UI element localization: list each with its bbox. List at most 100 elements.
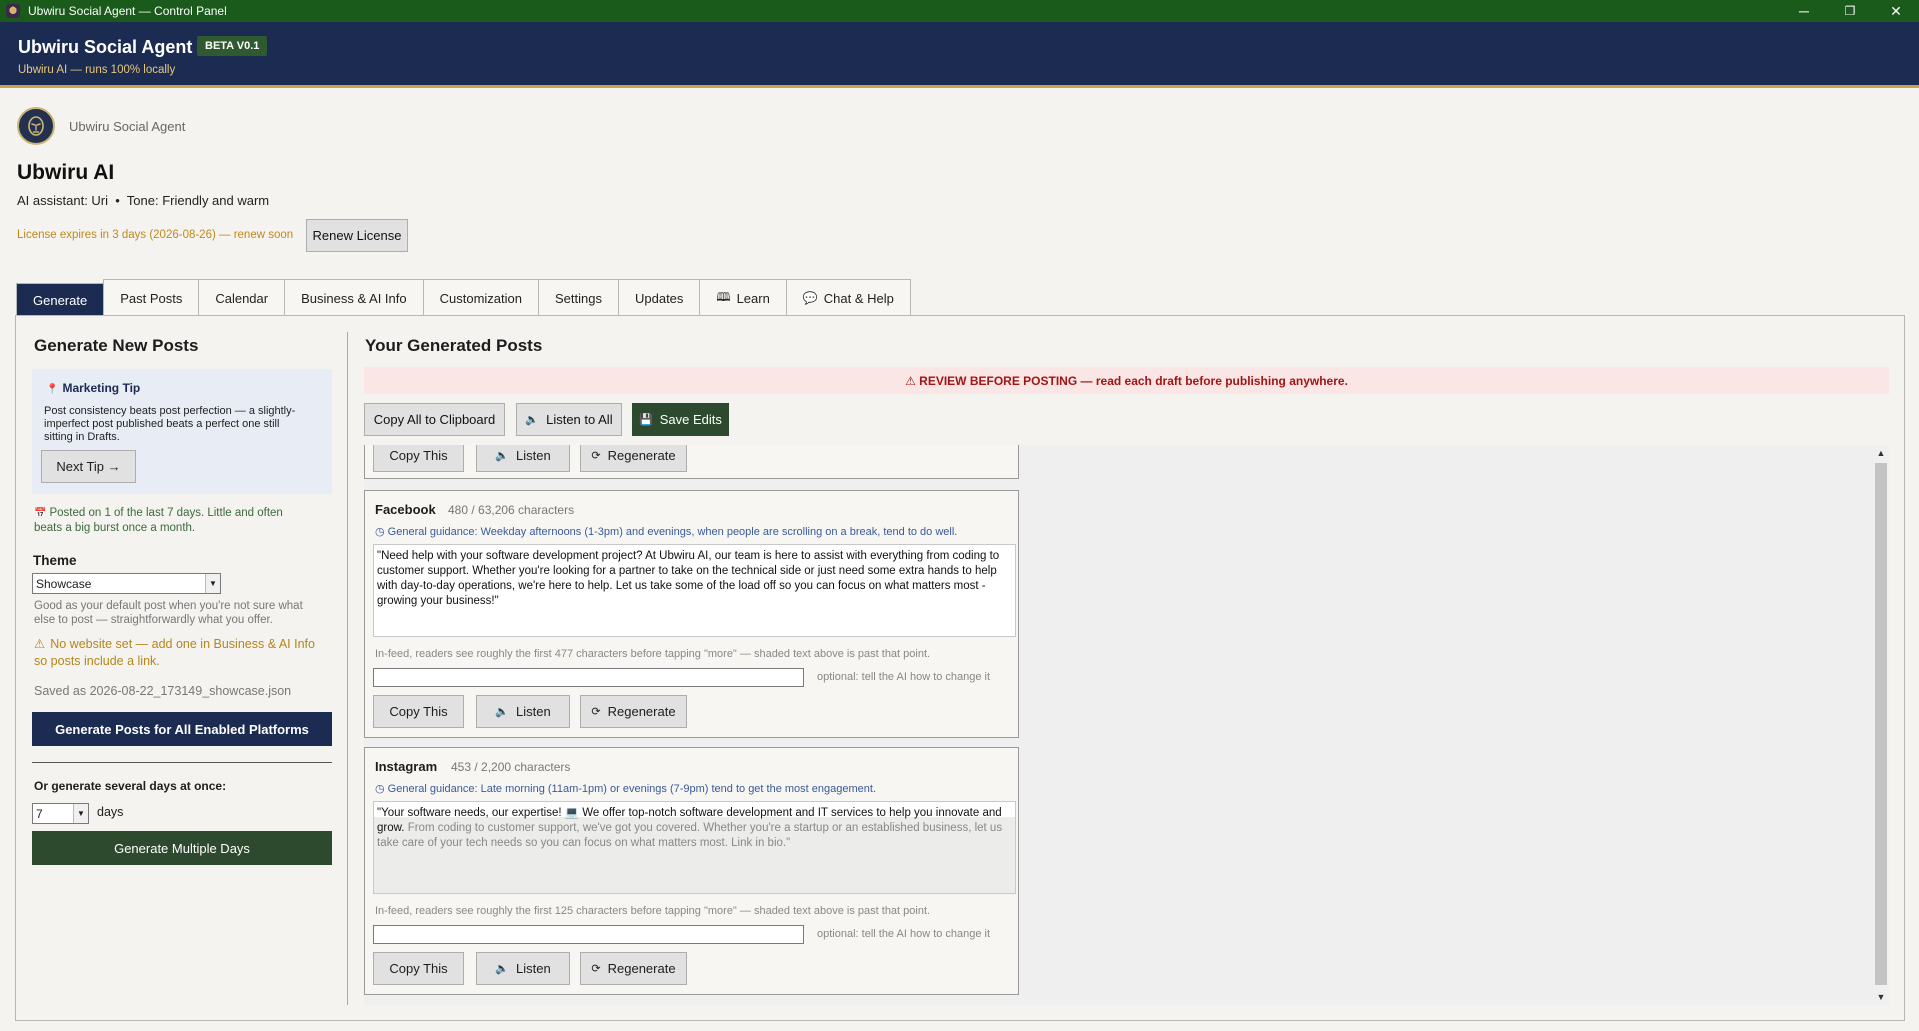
save-edits-button[interactable]: 💾 Save Edits [632, 403, 729, 436]
tab-past-posts[interactable]: Past Posts [103, 279, 200, 316]
regenerate-button[interactable]: ⟳ Regenerate [580, 695, 687, 728]
multi-day-label: Or generate several days at once: [34, 779, 227, 793]
change-instruction-input[interactable] [373, 668, 804, 687]
tab-label: Chat & Help [823, 290, 894, 306]
app-subtitle: Ubwiru AI — runs 100% locally [18, 64, 176, 76]
days-select-value: 7 [36, 806, 43, 821]
book-icon: 🕮 [716, 289, 731, 304]
post-draft-editor[interactable]: "Your software needs, our expertise! 💻 W… [373, 801, 1016, 894]
theme-label: Theme [33, 553, 77, 568]
theme-help: Good as your default post when you're no… [34, 600, 303, 626]
regenerate-button[interactable]: ⟳ Regenerate [580, 952, 687, 985]
brand-small: Ubwiru Social Agent [69, 119, 186, 134]
refresh-icon: ⟳ [591, 450, 601, 462]
copy-all-button[interactable]: Copy All to Clipboard [364, 403, 505, 436]
copy-all-label: Copy All to Clipboard [373, 412, 496, 427]
marketing-tip-box: 📍 Marketing Tip Post consistency beats po… [32, 369, 332, 494]
draft-text: "Need help with your software developmen… [377, 550, 1000, 607]
app-icon [6, 4, 20, 18]
speaker-icon: 🔈 [495, 963, 509, 975]
regenerate-label: Regenerate [607, 704, 676, 719]
copy-this-button[interactable]: Copy This [373, 445, 464, 472]
no-website-text: No website set — add one in Business & A… [34, 637, 315, 668]
chevron-down-icon[interactable]: ▼ [73, 804, 88, 823]
copy-this-label: Copy This [389, 704, 448, 719]
tab-business-ai-info[interactable]: Business & AI Info [284, 279, 424, 316]
posting-streak-text: Posted on 1 of the last 7 days. Little a… [34, 507, 283, 534]
scrollbar-thumb[interactable] [1875, 463, 1887, 985]
draft-shaded-text: From coding to customer support, we've g… [377, 822, 1003, 849]
post-card-instagram: Instagram 453 / 2,200 characters ◷ Gener… [364, 747, 1019, 995]
feed-note: In-feed, readers see roughly the first 1… [375, 905, 931, 917]
regenerate-button[interactable]: ⟳ Regenerate [580, 445, 687, 472]
listen-button[interactable]: 🔈 Listen [476, 445, 570, 472]
change-instruction-input[interactable] [373, 925, 804, 944]
copy-this-label: Copy This [389, 961, 448, 976]
listen-button[interactable]: 🔈 Listen [476, 952, 570, 985]
speaker-icon: 🔈 [525, 414, 540, 426]
maximize-icon[interactable]: ❐ [1827, 0, 1873, 22]
minimize-icon[interactable]: ─ [1781, 0, 1827, 22]
close-icon[interactable]: ✕ [1873, 0, 1919, 22]
platform-name: Facebook [375, 502, 436, 517]
chevron-down-icon[interactable]: ▼ [205, 574, 220, 593]
no-website-warning: ⚠ No website set — add one in Business & … [34, 636, 324, 670]
generate-multiple-days-button[interactable]: Generate Multiple Days [32, 831, 332, 865]
listen-button[interactable]: 🔈 Listen [476, 695, 570, 728]
license-warning: License expires in 3 days (2026-08-26) —… [17, 229, 294, 241]
posting-guidance: ◷ General guidance: Weekday afternoons (… [375, 526, 958, 538]
app-title: Ubwiru Social Agent [18, 37, 193, 57]
tab-calendar[interactable]: Calendar [198, 279, 286, 316]
generate-all-button[interactable]: Generate Posts for All Enabled Platforms [32, 712, 332, 746]
copy-this-label: Copy This [389, 448, 448, 463]
tab-generate[interactable]: Generate [16, 283, 105, 316]
posting-streak: 📅 Posted on 1 of the last 7 days. Little … [34, 506, 304, 536]
listen-label: Listen [516, 448, 551, 463]
theme-select[interactable]: Showcase ▼ [32, 573, 221, 594]
listen-all-label: Listen to All [546, 412, 613, 427]
listen-label: Listen [516, 961, 551, 976]
posts-scrollbar[interactable]: ▲ ▼ [1873, 445, 1889, 1005]
app-header: Ubwiru Social Agent BETA V0.1 Ubwiru AI … [0, 22, 1919, 88]
window-title: Ubwiru Social Agent — Control Panel [28, 4, 227, 18]
tab-learn[interactable]: 🕮 Learn [699, 279, 787, 316]
feed-note: In-feed, readers see roughly the first 4… [375, 648, 931, 660]
tab-label: Updates [634, 290, 684, 306]
renew-license-button[interactable]: Renew License [306, 219, 408, 252]
tab-label: Generate [33, 292, 88, 308]
copy-this-button[interactable]: Copy This [373, 695, 464, 728]
tab-label: Customization [439, 290, 522, 306]
mask-logo-icon [28, 116, 44, 136]
refresh-icon: ⟳ [591, 706, 601, 718]
window-titlebar: Ubwiru Social Agent — Control Panel ─ ❐ … [0, 0, 1919, 22]
regenerate-label: Regenerate [607, 961, 676, 976]
beta-badge: BETA V0.1 [197, 36, 268, 56]
copy-this-button[interactable]: Copy This [373, 952, 464, 985]
tab-settings[interactable]: Settings [538, 279, 619, 316]
tab-updates[interactable]: Updates [617, 279, 701, 316]
tip-text: Post consistency beats post perfection —… [44, 405, 296, 443]
posts-scroll-area[interactable]: Copy This 🔈 Listen ⟳ Regenerate Facebook 4… [364, 445, 1889, 1005]
tab-label: Past Posts [120, 290, 183, 306]
review-banner: ⚠ REVIEW BEFORE POSTING — read each draf… [364, 367, 1889, 394]
warning-icon: ⚠ [34, 637, 46, 651]
days-select[interactable]: 7 ▼ [32, 803, 89, 824]
business-name: Ubwiru AI [17, 161, 115, 184]
scroll-down-icon[interactable]: ▼ [1873, 989, 1889, 1005]
tab-customization[interactable]: Customization [422, 279, 539, 316]
days-label: days [97, 805, 124, 819]
tab-label: Learn [736, 290, 770, 306]
speaker-icon: 🔈 [495, 450, 509, 462]
assistant-line: AI assistant: Uri • Tone: Friendly and w… [17, 193, 270, 208]
next-tip-button[interactable]: Next Tip → [41, 450, 136, 483]
scroll-up-icon[interactable]: ▲ [1873, 445, 1889, 461]
tip-title: 📍 Marketing Tip [46, 381, 140, 395]
listen-to-all-button[interactable]: 🔈 Listen to All [516, 403, 622, 436]
post-draft-editor[interactable]: "Need help with your software developmen… [373, 544, 1016, 637]
logo [17, 107, 55, 145]
posting-guidance: ◷ General guidance: Late morning (11am-1… [375, 783, 876, 795]
post-card-facebook: Facebook 480 / 63,206 characters ◷ Gener… [364, 490, 1019, 738]
tab-label: Settings [555, 290, 602, 306]
tab-chat-help[interactable]: 💬 Chat & Help [785, 279, 911, 316]
chat-bubble-icon: 💬 [802, 291, 818, 305]
